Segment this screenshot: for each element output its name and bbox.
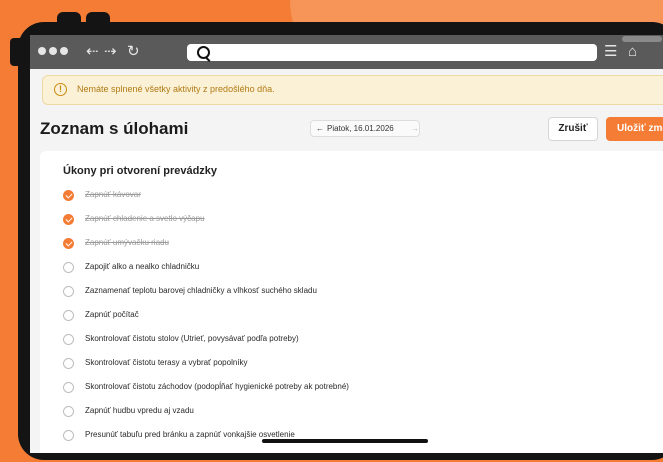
save-button[interactable]: Uložiť zmeny (606, 117, 663, 141)
current-date: Piatok, 16.01.2026 (327, 124, 394, 133)
unchecked-circle-icon[interactable] (63, 358, 74, 369)
unchecked-circle-icon[interactable] (63, 430, 74, 441)
warning-text: Nemáte splnené všetky aktivity z predošl… (77, 84, 275, 94)
task-label: Skontrolovať čistotu terasy a vybrať pop… (85, 358, 248, 367)
task-label: Skontrolovať čistotu stolov (Utrieť, pov… (85, 334, 299, 343)
url-bar[interactable] (187, 44, 597, 61)
next-day-button[interactable]: → (411, 124, 419, 133)
date-selector: ← Piatok, 16.01.2026 → (310, 120, 420, 137)
task-label: Zapnúť hudbu vpredu aj vzadu (85, 406, 194, 415)
browser-toolbar: ⇠ ⇢ ↻ ☰ ⌂ (30, 35, 663, 69)
task-label: Presunúť tabuľu pred bránku a zapnúť von… (85, 430, 295, 439)
warning-banner: ! Nemáte splnené všetky aktivity z predo… (42, 75, 663, 105)
home-indicator (262, 439, 428, 443)
task-label: Skontrolovať čistotu záchodov (podopĺňať… (85, 382, 349, 391)
checked-circle-icon[interactable] (63, 190, 74, 201)
back-arrow-icon[interactable]: ⇠ (86, 42, 99, 62)
app-screen: ! Nemáte splnené všetky aktivity z predo… (30, 69, 663, 453)
unchecked-circle-icon[interactable] (63, 310, 74, 321)
checked-circle-icon[interactable] (63, 238, 74, 249)
task-label: Zapnúť kávovar (85, 190, 141, 199)
menu-icon[interactable]: ☰ (604, 42, 617, 62)
window-dots-icon (38, 47, 68, 55)
task-label: Zapojiť alko a nealko chladničku (85, 262, 200, 271)
unchecked-circle-icon[interactable] (63, 334, 74, 345)
task-label: Zapnúť počítač (85, 310, 139, 319)
cancel-button[interactable]: Zrušiť (548, 117, 598, 141)
task-card: Úkony pri otvorení prevádzky Zapnúť kávo… (40, 151, 663, 453)
unchecked-circle-icon[interactable] (63, 406, 74, 417)
checked-circle-icon[interactable] (63, 214, 74, 225)
warning-icon: ! (54, 83, 67, 96)
home-icon[interactable]: ⌂ (628, 42, 637, 62)
search-icon (197, 46, 210, 59)
task-label: Zapnúť chladenie a svetlo výčapu (85, 214, 205, 223)
reload-icon[interactable]: ↻ (127, 42, 140, 62)
forward-arrow-icon[interactable]: ⇢ (104, 42, 117, 62)
unchecked-circle-icon[interactable] (63, 262, 74, 273)
prev-day-button[interactable]: ← (316, 124, 324, 133)
unchecked-circle-icon[interactable] (63, 382, 74, 393)
page-title: Zoznam s úlohami (40, 119, 189, 138)
unchecked-circle-icon[interactable] (63, 286, 74, 297)
section-title: Úkony pri otvorení prevádzky (63, 165, 218, 177)
task-label: Zaznamenať teplotu barovej chladničky a … (85, 286, 317, 295)
task-label: Zapnúť umývačku riadu (85, 238, 169, 247)
